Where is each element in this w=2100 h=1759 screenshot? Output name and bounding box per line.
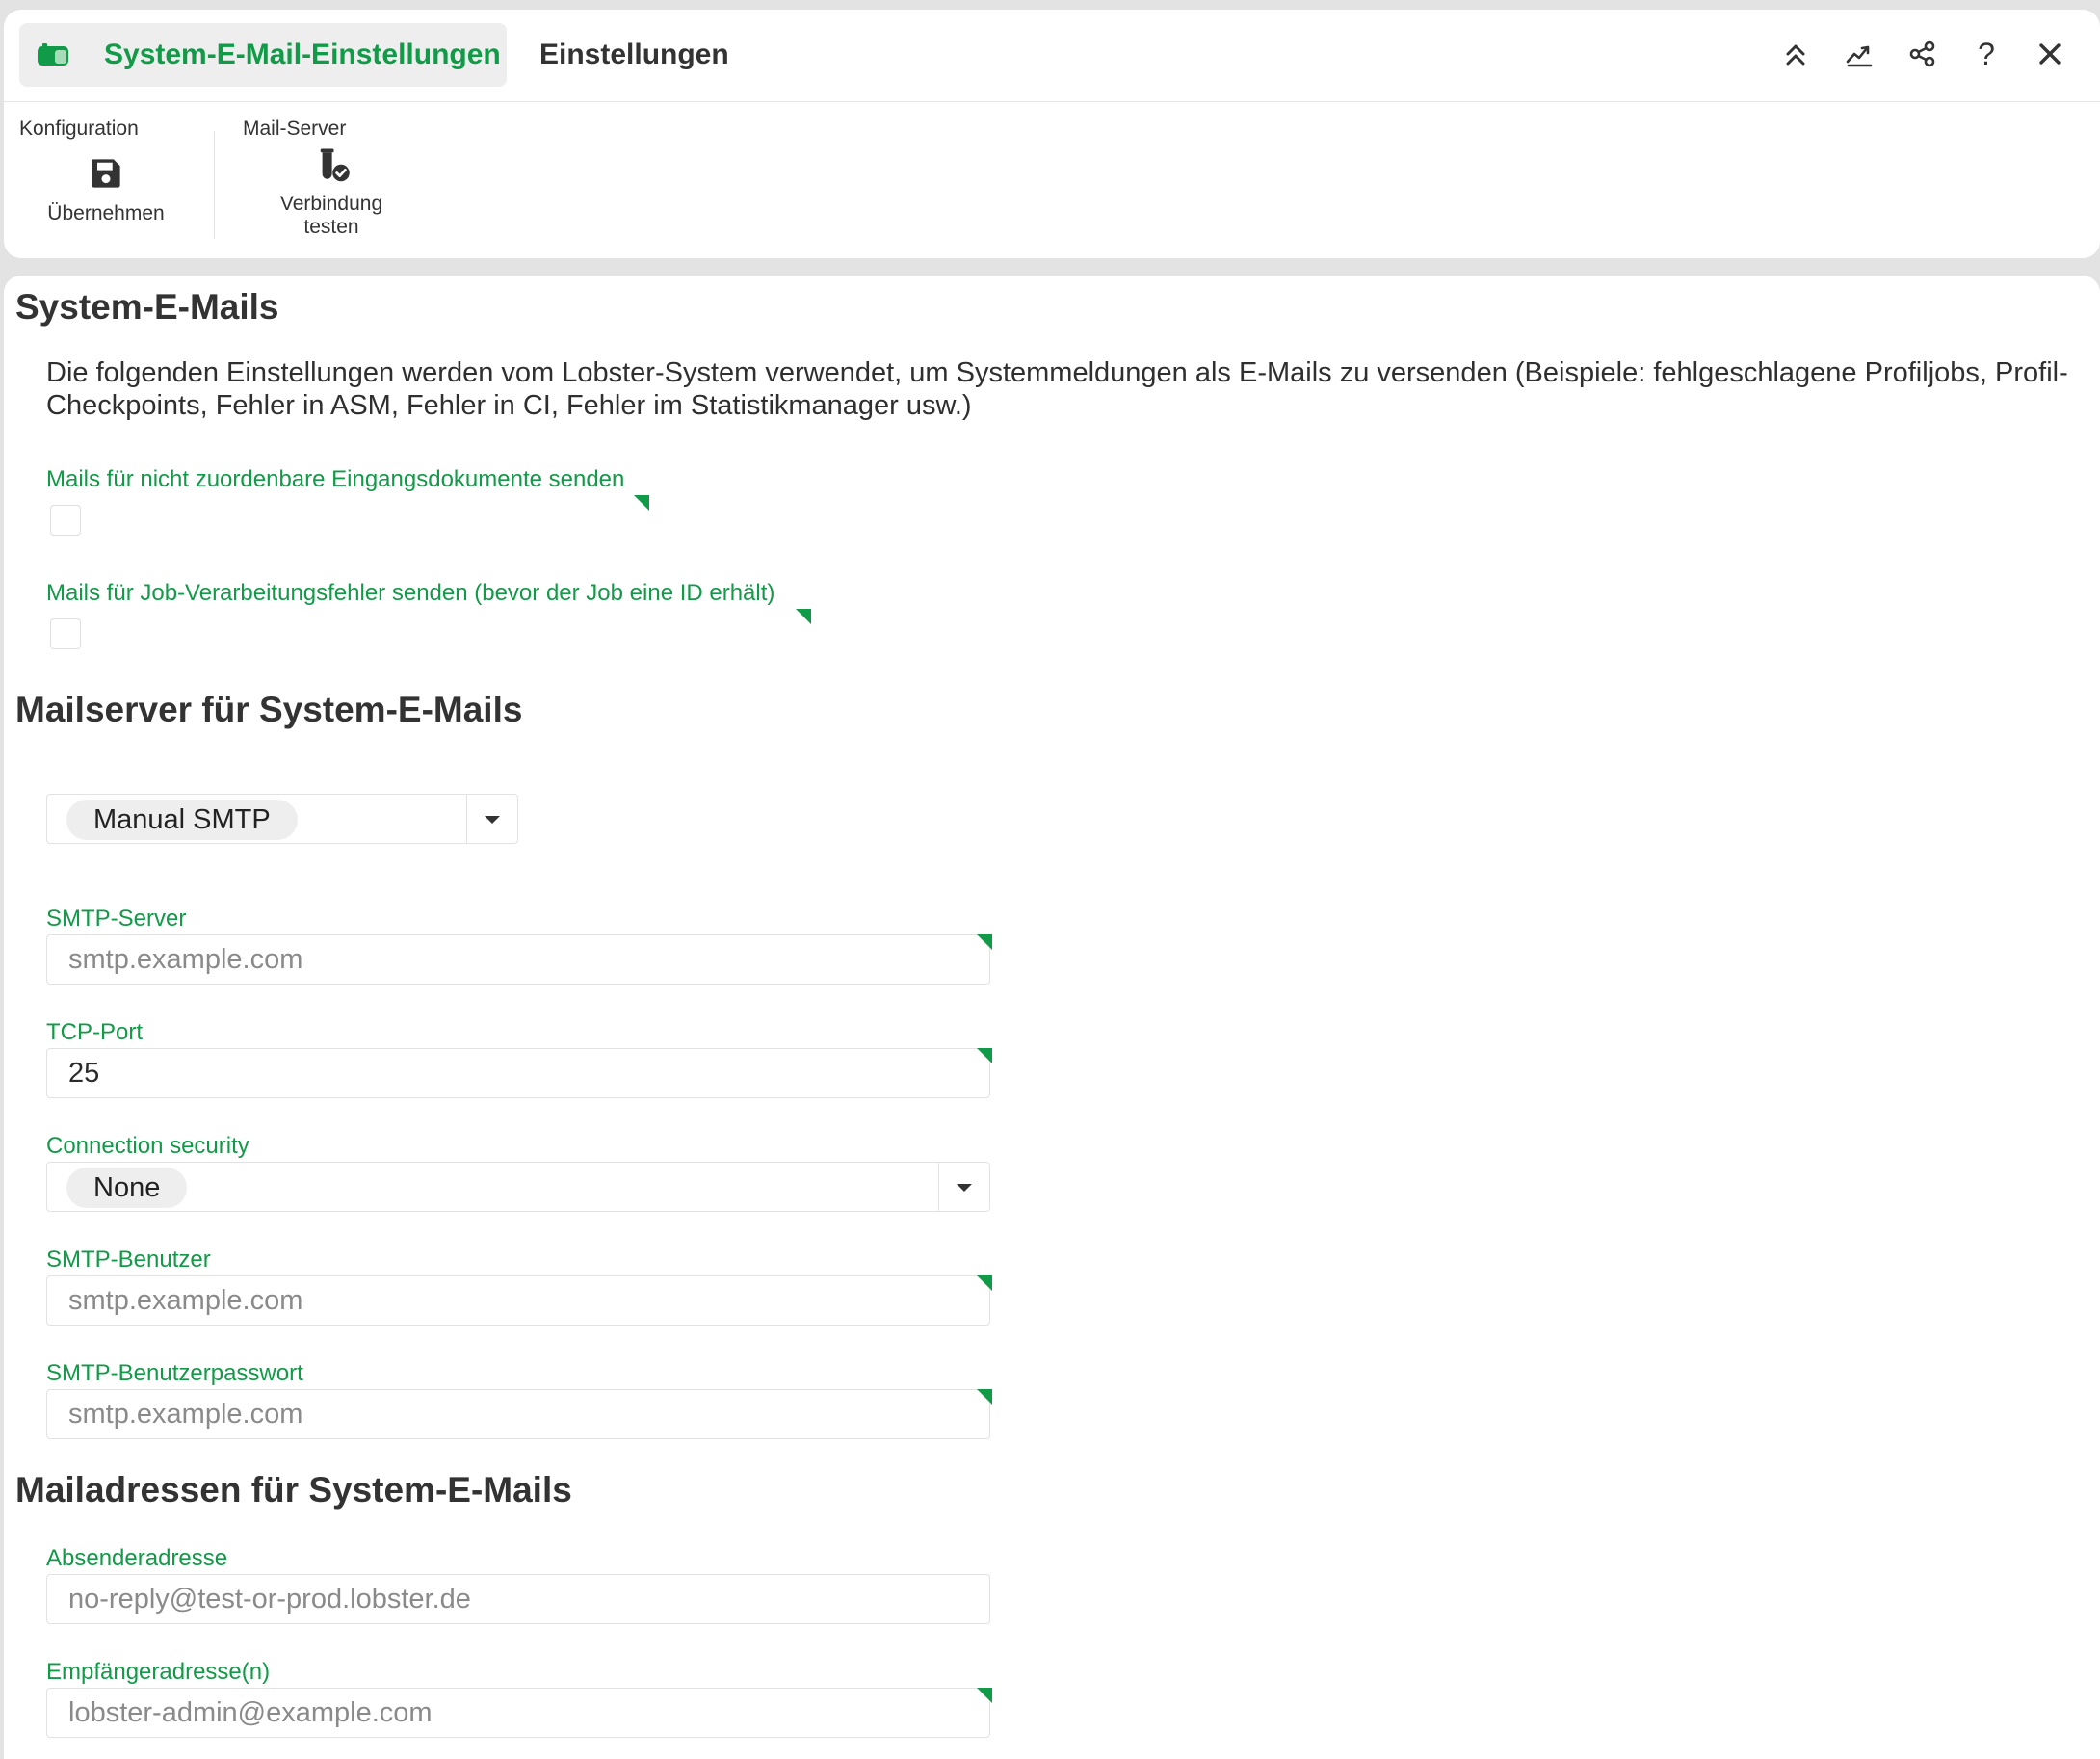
tcp-port-label: TCP-Port (46, 1019, 144, 1045)
share-icon[interactable] (1905, 37, 1940, 71)
section-description: Die folgenden Einstellungen werden vom L… (46, 357, 2068, 421)
chevron-down-icon (485, 816, 500, 824)
help-icon[interactable]: ? (1969, 37, 2004, 71)
smtp-server-input[interactable]: smtp.example.com (46, 934, 990, 985)
smtp-server-label: SMTP-Server (46, 906, 187, 932)
field-marker (977, 1688, 992, 1703)
section-title-addresses: Mailadressen für System-E-Mails (15, 1470, 572, 1510)
apply-button[interactable]: Übernehmen (39, 156, 173, 225)
recipient-address-label: Empfängeradresse(n) (46, 1659, 271, 1685)
connection-security-chip: None (66, 1168, 188, 1208)
mailbox-icon (37, 42, 69, 72)
settings-form-panel (4, 276, 2100, 1759)
test-connection-button[interactable]: Verbindung testen (264, 146, 399, 239)
collapse-up-icon[interactable] (1778, 37, 1813, 71)
toolbar-group-label-mail-server: Mail-Server (243, 118, 347, 140)
tab-label: System-E-Mail-Einstellungen (104, 39, 501, 70)
smtp-password-input[interactable]: smtp.example.com (46, 1389, 990, 1439)
field-marker (977, 1048, 992, 1063)
recipient-address-input[interactable]: lobster-admin@example.com (46, 1688, 990, 1738)
sender-address-input[interactable]: no-reply@test-or-prod.lobster.de (46, 1574, 990, 1624)
dropdown-toggle[interactable] (466, 795, 517, 843)
connection-security-select[interactable]: None (46, 1162, 990, 1212)
unassignable-docs-checkbox[interactable] (50, 505, 81, 536)
toolbar-group-label-configuration: Konfiguration (19, 118, 139, 140)
chart-trend-icon[interactable] (1842, 37, 1877, 71)
header-divider (4, 101, 2100, 102)
toolbar-divider (214, 131, 215, 239)
field-marker (977, 934, 992, 950)
connection-security-label: Connection security (46, 1133, 249, 1159)
tab-settings[interactable]: Einstellungen (539, 39, 729, 71)
close-icon[interactable] (2033, 37, 2067, 71)
smtp-user-input[interactable]: smtp.example.com (46, 1275, 990, 1326)
field-marker (796, 609, 811, 624)
sender-address-label: Absenderadresse (46, 1545, 228, 1571)
field-marker (634, 495, 649, 511)
dropdown-toggle[interactable] (938, 1163, 989, 1211)
section-title-system-mails: System-E-Mails (15, 287, 279, 327)
section-title-mailserver: Mailserver für System-E-Mails (15, 690, 523, 729)
job-errors-checkbox[interactable] (50, 618, 81, 649)
smtp-user-label: SMTP-Benutzer (46, 1247, 211, 1273)
checkbox-label-unassignable-docs: Mails für nicht zuordenbare Eingangsdoku… (46, 466, 625, 492)
save-icon (39, 156, 173, 195)
field-marker (977, 1389, 992, 1405)
field-marker (977, 1275, 992, 1291)
tab-system-email-settings[interactable]: System-E-Mail-Einstellungen (19, 23, 507, 87)
test-tube-check-icon (264, 146, 399, 189)
smtp-password-label: SMTP-Benutzerpasswort (46, 1360, 303, 1386)
server-type-select[interactable]: Manual SMTP (46, 794, 518, 844)
checkbox-label-job-errors: Mails für Job-Verarbeitungsfehler senden… (46, 580, 775, 606)
tcp-port-input[interactable]: 25 (46, 1048, 990, 1098)
chevron-down-icon (957, 1184, 972, 1192)
header-actions: ? (1778, 37, 2067, 71)
server-type-chip: Manual SMTP (66, 800, 298, 840)
header-panel: System-E-Mail-Einstellungen Einstellunge… (4, 10, 2100, 258)
